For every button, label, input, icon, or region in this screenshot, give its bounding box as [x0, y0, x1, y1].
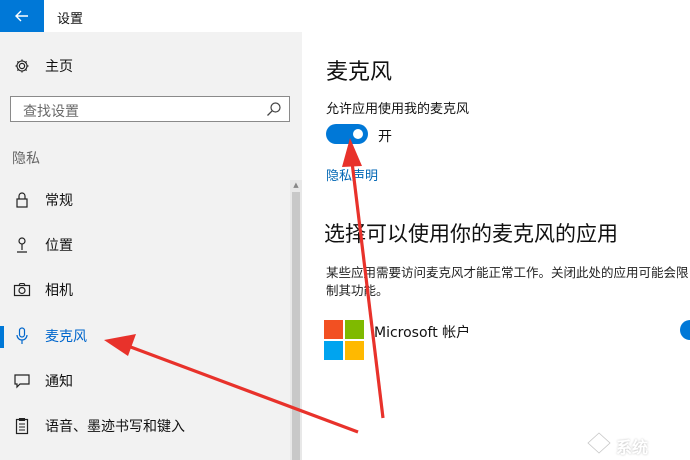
back-button[interactable]	[0, 0, 44, 32]
search-icon[interactable]	[266, 101, 282, 117]
sidebar-item-location[interactable]: 位置	[0, 223, 290, 267]
sidebar-item-label: 通知	[45, 374, 73, 390]
title-bar: 设置	[0, 0, 690, 32]
sidebar-scrollbar[interactable]: ▲	[290, 180, 302, 460]
search-input[interactable]: 查找设置	[10, 96, 290, 122]
sidebar-item-label: 主页	[45, 59, 73, 75]
search-placeholder: 查找设置	[23, 104, 79, 120]
privacy-statement-link[interactable]: 隐私声明	[326, 165, 378, 184]
window-title: 设置	[57, 12, 84, 27]
page-title: 麦克风	[326, 60, 393, 85]
microphone-icon	[12, 326, 32, 346]
app-name: Microsoft 帐户	[374, 325, 471, 341]
apps-description: 某些应用需要访问麦克风才能正常工作。关闭此处的应用可能会限制其功能。	[326, 265, 689, 298]
sidebar-item-microphone[interactable]: 麦克风	[0, 314, 290, 358]
sidebar-item-home[interactable]: 主页	[0, 44, 290, 88]
scroll-up-arrow-icon[interactable]: ▲	[290, 180, 302, 190]
watermark-logo: 系统	[586, 432, 684, 457]
scroll-thumb[interactable]	[292, 192, 300, 460]
sidebar-item-label: 位置	[45, 238, 73, 254]
camera-icon	[12, 280, 32, 300]
sidebar-item-label: 常规	[45, 193, 73, 209]
sidebar-item-label: 麦克风	[45, 329, 87, 345]
clipboard-icon	[12, 416, 32, 436]
toggle-state-text: 开	[378, 129, 392, 145]
sidebar-item-label: 语音、墨迹书写和键入	[45, 419, 185, 435]
toggle-knob	[353, 129, 363, 139]
app-microphone-toggle[interactable]	[680, 320, 690, 340]
microsoft-logo-icon	[324, 320, 364, 360]
permission-label: 允许应用使用我的麦克风	[326, 102, 470, 117]
lock-icon	[12, 190, 32, 210]
watermark-text: 系统	[616, 438, 649, 457]
gear-icon	[12, 56, 32, 76]
location-icon	[12, 235, 32, 255]
notification-icon	[12, 371, 32, 391]
sidebar-item-general[interactable]: 常规	[0, 178, 290, 222]
main-content: 麦克风 允许应用使用我的麦克风 开 隐私声明 选择可以使用你的麦克风的应用 某些…	[302, 32, 690, 460]
microphone-access-toggle[interactable]	[326, 124, 368, 144]
section-heading-privacy: 隐私	[12, 151, 40, 167]
apps-heading: 选择可以使用你的麦克风的应用	[324, 222, 618, 246]
sidebar-item-speech-inking[interactable]: 语音、墨迹书写和键入	[0, 404, 290, 448]
sidebar-item-notifications[interactable]: 通知	[0, 359, 290, 403]
sidebar-item-camera[interactable]: 相机	[0, 268, 290, 312]
back-arrow-icon	[15, 10, 28, 22]
sidebar-item-label: 相机	[45, 283, 73, 299]
app-list-item: Microsoft 帐户	[324, 320, 690, 362]
selection-indicator	[0, 326, 4, 348]
